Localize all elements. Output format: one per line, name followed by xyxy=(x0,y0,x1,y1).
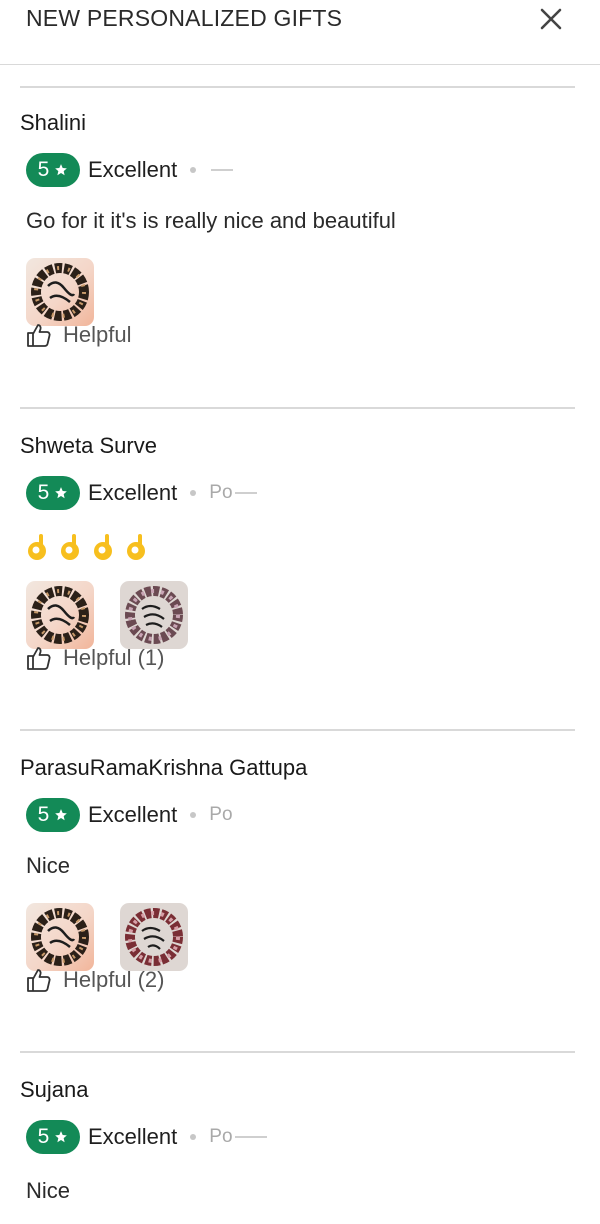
review-text: Go for it it's is really nice and beauti… xyxy=(26,208,396,233)
ok-hand-emoji-icon: 👌 xyxy=(26,531,46,560)
helpful-button[interactable]: Helpful xyxy=(26,322,131,348)
photo-frame-image xyxy=(125,908,183,966)
separator-dot xyxy=(190,1134,197,1140)
photo-frame-image xyxy=(125,586,183,644)
rating-badge: 5 xyxy=(26,476,80,510)
rating-badge: 5 xyxy=(26,798,80,832)
thumbs-up-icon xyxy=(27,647,51,670)
review-photo-thumbnail[interactable] xyxy=(120,581,188,649)
divider xyxy=(20,86,575,88)
divider xyxy=(20,407,575,409)
review-photo-thumbnail[interactable] xyxy=(26,903,94,971)
ok-hand-emoji-icon: 👌 xyxy=(125,531,145,560)
review-text: Nice xyxy=(26,1178,71,1203)
helpful-label: Helpful (1) xyxy=(63,645,165,670)
review-text: Nice xyxy=(26,853,71,878)
rating-label: Excellent xyxy=(88,480,178,505)
modal-header: NEW PERSONALIZED GIFTS xyxy=(0,0,600,65)
truncated-text-mark xyxy=(234,492,257,494)
divider xyxy=(20,1051,575,1053)
rating-badge: 5 xyxy=(26,153,80,187)
photo-frame-image xyxy=(31,263,89,321)
star-icon xyxy=(55,809,68,821)
emoji-row: 👌 👌 👌 👌 xyxy=(26,531,147,561)
rating-row: 5 Excellent Po xyxy=(26,798,233,832)
rating-row: 5 Excellent xyxy=(26,153,234,187)
helpful-button[interactable]: Helpful (2) xyxy=(26,967,164,993)
review-photo-thumbnail[interactable] xyxy=(26,581,94,649)
thumbs-up-icon xyxy=(27,324,51,347)
posted-date: Po xyxy=(209,482,233,503)
svg-text:👌: 👌 xyxy=(59,531,60,532)
svg-text:👌: 👌 xyxy=(26,531,27,532)
reviewer-name: Shalini xyxy=(20,110,87,135)
review-photos xyxy=(26,258,94,326)
rating-label: Excellent xyxy=(88,1124,178,1149)
posted-date: Po xyxy=(209,1126,233,1147)
svg-text:👌: 👌 xyxy=(92,531,93,532)
thumbs-up-icon xyxy=(27,969,51,992)
rating-row: 5 Excellent Po xyxy=(26,476,257,510)
ok-hand-emoji-icon: 👌 xyxy=(92,531,112,560)
helpful-button[interactable]: Helpful (1) xyxy=(26,645,164,671)
star-icon xyxy=(55,487,68,499)
photo-frame-image xyxy=(31,908,89,966)
review-photo-thumbnail[interactable] xyxy=(120,903,188,971)
review-photo-thumbnail[interactable] xyxy=(26,258,94,326)
close-icon xyxy=(540,8,562,30)
close-button[interactable] xyxy=(536,4,566,34)
reviewer-name: Shweta Surve xyxy=(20,433,157,458)
rating-value: 5 xyxy=(37,158,50,181)
helpful-label: Helpful xyxy=(63,322,132,347)
rating-label: Excellent xyxy=(88,802,178,827)
svg-text:👌: 👌 xyxy=(125,531,126,532)
truncated-text-mark xyxy=(211,169,234,171)
page-title: NEW PERSONALIZED GIFTS xyxy=(26,5,343,31)
rating-label: Excellent xyxy=(88,157,178,182)
photo-frame-image xyxy=(31,586,89,644)
posted-date: Po xyxy=(209,804,233,825)
rating-value: 5 xyxy=(37,481,50,504)
separator-dot xyxy=(190,167,197,173)
ok-hand-emoji-icon: 👌 xyxy=(59,531,79,560)
rating-badge: 5 xyxy=(26,1120,80,1154)
review-photos xyxy=(26,581,188,649)
divider xyxy=(20,729,575,731)
rating-value: 5 xyxy=(37,803,50,826)
truncated-text-mark xyxy=(234,1136,267,1138)
reviewer-name: Sujana xyxy=(20,1077,89,1102)
review-photos xyxy=(26,903,188,971)
star-icon xyxy=(55,164,68,176)
reviewer-name: ParasuRamaKrishna Gattupa xyxy=(20,755,308,780)
rating-row: 5 Excellent Po xyxy=(26,1120,267,1154)
star-icon xyxy=(55,1131,68,1143)
helpful-label: Helpful (2) xyxy=(63,967,165,992)
separator-dot xyxy=(190,490,197,496)
separator-dot xyxy=(190,812,197,818)
rating-value: 5 xyxy=(37,1125,50,1148)
